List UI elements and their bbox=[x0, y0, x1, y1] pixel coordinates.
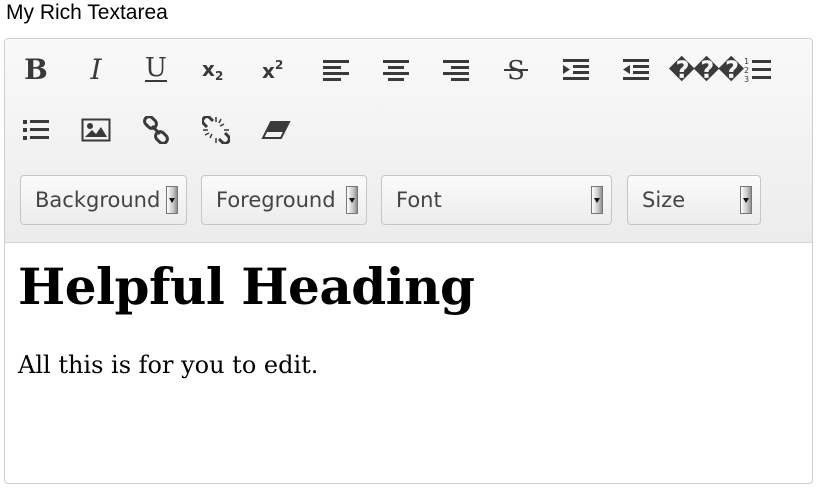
svg-text:2: 2 bbox=[275, 58, 283, 72]
align-center-button[interactable] bbox=[373, 48, 419, 92]
italic-icon: I bbox=[89, 55, 102, 85]
chevron-down-icon bbox=[591, 186, 603, 214]
svg-text:I: I bbox=[89, 55, 102, 85]
underline-button[interactable]: U bbox=[133, 48, 179, 92]
subscript-icon: x2 bbox=[202, 57, 223, 83]
indent-button[interactable] bbox=[553, 48, 599, 92]
rich-text-editor: B I U x2 x2 S ��� 1 2 3 Background Foreg… bbox=[4, 38, 813, 484]
link-icon bbox=[143, 116, 169, 144]
content-paragraph[interactable]: All this is for you to edit. bbox=[18, 351, 318, 379]
foreground-color-select[interactable]: Foreground bbox=[201, 175, 367, 225]
size-select[interactable]: Size bbox=[627, 175, 761, 225]
outdent-icon bbox=[623, 59, 649, 80]
content-heading[interactable]: Helpful Heading bbox=[18, 257, 475, 316]
svg-text:1: 1 bbox=[744, 57, 749, 66]
svg-text:x: x bbox=[202, 57, 215, 81]
svg-text:U: U bbox=[145, 55, 167, 83]
strikethrough-icon: S bbox=[504, 56, 528, 85]
chevron-down-icon bbox=[740, 186, 752, 214]
strikethrough-button[interactable]: S bbox=[493, 48, 539, 92]
align-right-icon bbox=[443, 60, 469, 81]
foreground-select-label: Foreground bbox=[216, 188, 336, 212]
subscript-button[interactable]: x2 bbox=[193, 48, 239, 92]
remove-link-button[interactable] bbox=[193, 108, 239, 152]
toolbar: B I U x2 x2 S ��� 1 2 3 Background Foreg… bbox=[5, 39, 812, 243]
svg-text:2: 2 bbox=[744, 66, 749, 75]
indent-icon bbox=[563, 59, 589, 80]
unlink-icon bbox=[202, 116, 230, 144]
background-select-label: Background bbox=[35, 188, 161, 212]
image-icon bbox=[81, 118, 111, 142]
svg-text:B: B bbox=[24, 55, 48, 85]
background-color-select[interactable]: Background bbox=[20, 175, 187, 225]
align-center-icon bbox=[383, 60, 409, 81]
align-left-icon bbox=[323, 60, 349, 81]
align-right-button[interactable] bbox=[433, 48, 479, 92]
chevron-down-icon bbox=[166, 186, 178, 214]
svg-text:x: x bbox=[262, 59, 275, 83]
broken-glyph-text: ��� bbox=[668, 56, 744, 84]
eraser-icon bbox=[261, 121, 291, 139]
clear-formatting-button[interactable] bbox=[253, 108, 299, 152]
insert-link-button[interactable] bbox=[133, 108, 179, 152]
size-select-label: Size bbox=[642, 188, 686, 212]
ordered-list-button[interactable]: ��� 123 bbox=[665, 48, 775, 92]
bold-icon: B bbox=[24, 55, 48, 85]
bold-button[interactable]: B bbox=[13, 48, 59, 92]
ordered-list-icon: 123 bbox=[744, 57, 771, 83]
editable-content-area[interactable]: Helpful Heading All this is for you to e… bbox=[5, 243, 812, 483]
align-left-button[interactable] bbox=[313, 48, 359, 92]
insert-image-button[interactable] bbox=[73, 108, 119, 152]
superscript-icon: x2 bbox=[262, 58, 283, 83]
font-select[interactable]: Font bbox=[381, 175, 612, 225]
unordered-list-button[interactable] bbox=[13, 108, 59, 152]
chevron-down-icon bbox=[346, 186, 358, 214]
svg-text:3: 3 bbox=[744, 75, 749, 83]
textarea-label: My Rich Textarea bbox=[6, 1, 168, 24]
unordered-list-icon bbox=[23, 120, 49, 140]
underline-icon: U bbox=[145, 55, 167, 83]
superscript-button[interactable]: x2 bbox=[253, 48, 299, 92]
italic-button[interactable]: I bbox=[73, 48, 119, 92]
svg-text:2: 2 bbox=[215, 69, 223, 83]
outdent-button[interactable] bbox=[613, 48, 659, 92]
font-select-label: Font bbox=[396, 188, 442, 212]
